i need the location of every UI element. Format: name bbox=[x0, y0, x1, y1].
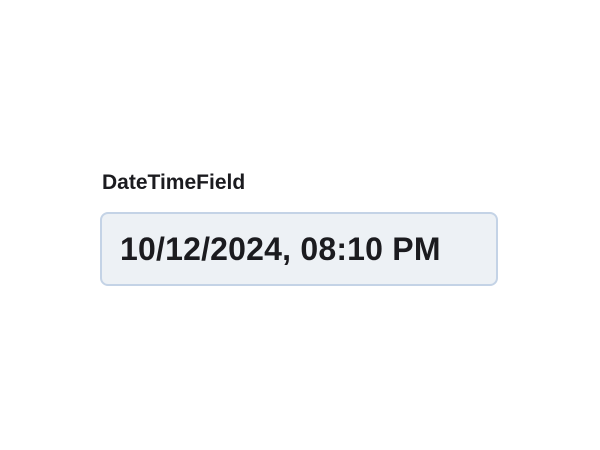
page: DateTimeField 10/12/2024, 08:10 PM bbox=[0, 0, 600, 450]
datetime-field-label: DateTimeField bbox=[102, 171, 246, 194]
datetime-input-value[interactable]: 10/12/2024, 08:10 PM bbox=[120, 231, 441, 268]
datetime-input[interactable]: 10/12/2024, 08:10 PM bbox=[100, 212, 498, 286]
